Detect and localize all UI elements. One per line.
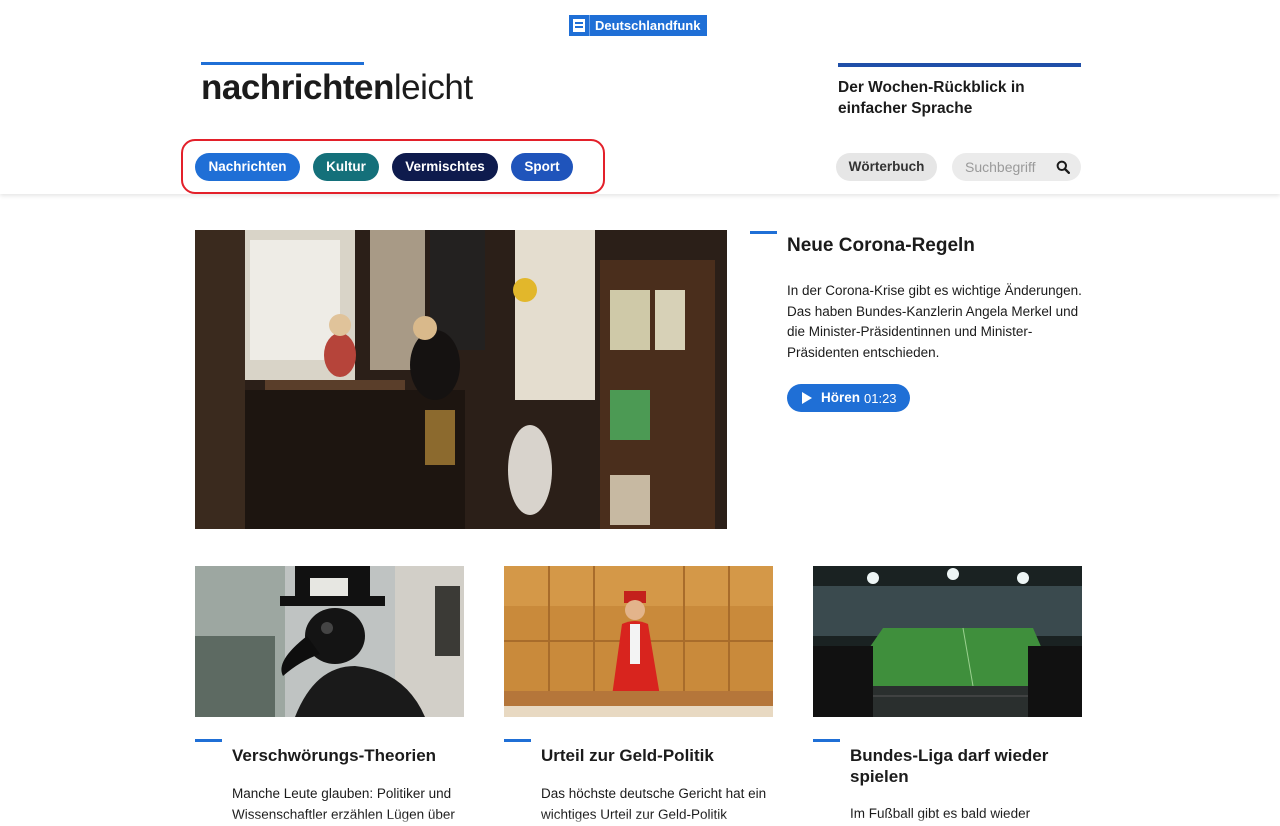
play-icon xyxy=(802,392,812,404)
search-box xyxy=(952,153,1081,181)
hero-teaser-text: In der Corona-Krise gibt es wichtige Änd… xyxy=(787,283,1082,360)
card-accent-bar xyxy=(813,739,840,742)
search-icon[interactable] xyxy=(1056,160,1070,174)
hero-image-cafe[interactable] xyxy=(195,230,727,529)
search-input[interactable] xyxy=(965,153,1050,181)
card-title[interactable]: Bundes-Liga darf wieder spielen xyxy=(850,745,1075,787)
card-image-stadium[interactable] xyxy=(813,566,1082,717)
nav-item-sport[interactable]: Sport xyxy=(511,153,573,181)
brand-wordmark: nachrichtenleicht xyxy=(201,68,473,108)
listen-button[interactable]: Hören 01:23 xyxy=(787,384,910,412)
listen-duration: 01:23 xyxy=(864,391,897,406)
brand-logo-bar xyxy=(201,62,364,65)
bottom-fade xyxy=(0,816,1280,826)
tagline-text: Der Wochen-Rückblick in einfacher Sprach… xyxy=(838,79,1025,117)
card-accent-bar xyxy=(195,739,222,742)
tagline-bar xyxy=(838,63,1081,67)
card-image-conspiracy[interactable] xyxy=(195,566,464,717)
card-accent-bar xyxy=(504,739,531,742)
deutschlandfunk-logo-icon xyxy=(569,15,589,36)
nav-item-nachrichten[interactable]: Nachrichten xyxy=(195,153,300,181)
brand-wordmark-bold: nachrichten xyxy=(201,68,394,107)
card-title[interactable]: Verschwörungs-Theorien xyxy=(232,745,472,766)
dictionary-button[interactable]: Wörterbuch xyxy=(836,153,937,181)
card-image-court[interactable] xyxy=(504,566,773,717)
nav-item-kultur[interactable]: Kultur xyxy=(313,153,379,181)
deutschlandfunk-logo-text: Deutschlandfunk xyxy=(589,15,700,36)
site-tagline: Der Wochen-Rückblick in einfacher Sprach… xyxy=(838,63,1081,119)
card-title[interactable]: Urteil zur Geld-Politik xyxy=(541,745,781,766)
hero-title[interactable]: Neue Corona-Regeln xyxy=(787,235,975,257)
brand-wordmark-light: leicht xyxy=(393,68,473,107)
hero-accent-bar xyxy=(750,231,777,234)
deutschlandfunk-logo[interactable]: Deutschlandfunk xyxy=(569,15,707,36)
nav-item-vermischtes[interactable]: Vermischtes xyxy=(392,153,498,181)
listen-label: Hören xyxy=(821,390,861,405)
